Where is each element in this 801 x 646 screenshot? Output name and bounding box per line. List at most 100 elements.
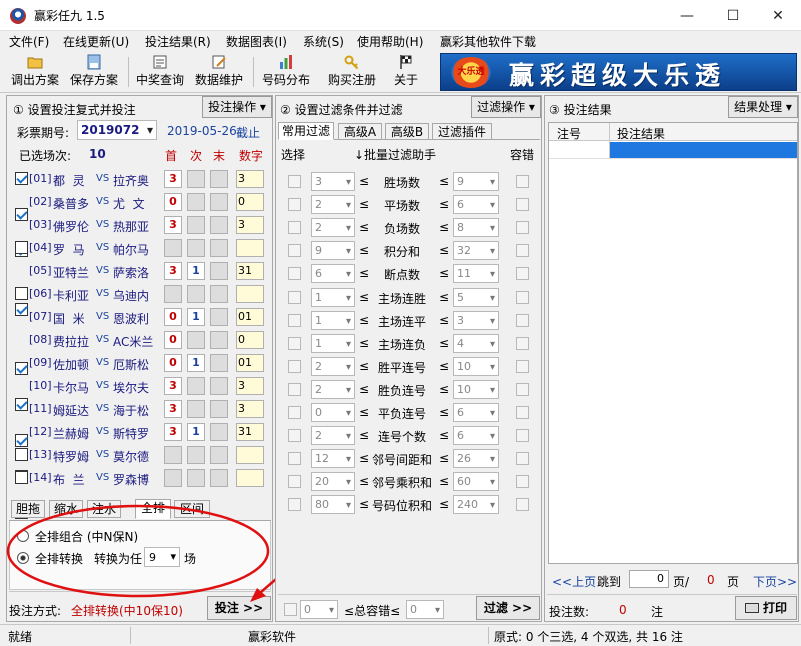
minimize-icon[interactable]: — [664,0,710,31]
filter-max-select[interactable]: 5 [453,287,499,307]
first-choice-cell[interactable] [164,469,182,487]
filter-min-select[interactable]: 2 [311,426,355,446]
last-choice-cell[interactable] [210,285,228,303]
first-choice-cell[interactable]: 3 [164,262,182,280]
second-choice-cell[interactable] [187,285,205,303]
second-choice-cell[interactable] [187,170,205,188]
filter-checkbox[interactable] [288,244,301,258]
match-checkbox[interactable] [15,241,28,254]
filter-checkbox[interactable] [288,336,301,350]
digits-input[interactable] [236,446,264,464]
last-choice-cell[interactable] [210,170,228,188]
tolerance-checkbox[interactable] [516,175,529,188]
filter-min-select[interactable]: 1 [311,287,355,307]
filter-max-select[interactable]: 11 [453,264,499,284]
fullperm-combine-radio[interactable] [17,530,29,542]
print-button[interactable]: 打印 [735,596,797,620]
second-choice-cell[interactable] [187,377,205,395]
close-icon[interactable]: ✕ [755,0,801,31]
total-tolerance-hi[interactable]: 0 [406,600,444,619]
filter-max-select[interactable]: 4 [453,333,499,353]
tolerance-checkbox[interactable] [516,382,529,396]
filter-button[interactable]: 过滤 >> [476,596,540,620]
filter-max-select[interactable]: 6 [453,426,499,446]
filter-checkbox[interactable] [288,406,301,419]
filter-min-select[interactable]: 2 [311,195,355,215]
first-choice-cell[interactable] [164,285,182,303]
tab-dantuo[interactable]: 胆拖 [11,500,45,518]
filter-max-select[interactable]: 6 [453,403,499,422]
first-choice-cell[interactable] [164,446,182,464]
digits-input[interactable] [236,239,264,257]
ad-banner[interactable]: 大乐透 赢彩超级大乐透 [440,53,797,91]
digits-input[interactable]: 01 [236,308,264,326]
filter-checkbox[interactable] [288,221,301,235]
filter-checkbox[interactable] [288,429,301,443]
filter-max-select[interactable]: 6 [453,195,499,215]
last-choice-cell[interactable] [210,446,228,464]
second-choice-cell[interactable]: 1 [187,308,205,326]
second-choice-cell[interactable] [187,239,205,257]
filter-min-select[interactable]: 2 [311,379,355,399]
number-distribution-button[interactable]: 号码分布 [259,54,313,90]
first-choice-cell[interactable]: 0 [164,331,182,349]
filter-min-select[interactable]: 80 [311,495,355,515]
period-select[interactable]: 2019072 ▾ [77,120,157,140]
match-checkbox[interactable] [15,208,28,221]
filter-min-select[interactable]: 1 [311,310,355,330]
filter-checkbox[interactable] [288,475,301,489]
second-choice-cell[interactable] [187,331,205,349]
save-plan-button[interactable]: 保存方案 [66,54,122,90]
last-choice-cell[interactable] [210,331,228,349]
filter-checkbox[interactable] [288,359,301,373]
tab-filter-plugin[interactable]: 过滤插件 [432,123,492,140]
page-input[interactable]: 0 [629,570,669,588]
filter-checkbox[interactable] [288,198,301,212]
tab-fullperm[interactable]: 全排 [135,499,171,519]
match-checkbox[interactable] [15,303,28,316]
total-tolerance-checkbox[interactable] [284,603,297,616]
match-checkbox[interactable] [15,287,28,300]
tolerance-checkbox[interactable] [516,498,529,512]
digits-input[interactable] [236,469,264,487]
second-choice-cell[interactable]: 1 [187,262,205,280]
digits-input[interactable]: 01 [236,354,264,372]
tolerance-checkbox[interactable] [516,221,529,235]
last-choice-cell[interactable] [210,469,228,487]
last-choice-cell[interactable] [210,377,228,395]
filter-max-select[interactable]: 9 [453,172,499,191]
tab-common-filter[interactable]: 常用过滤 [278,122,334,140]
tab-shrink[interactable]: 缩水 [49,500,83,518]
first-choice-cell[interactable]: 3 [164,170,182,188]
data-maintain-button[interactable]: 数据维护 [192,54,246,90]
match-checkbox[interactable] [15,448,28,461]
last-choice-cell[interactable] [210,400,228,418]
filter-max-select[interactable]: 3 [453,310,499,330]
filter-min-select[interactable]: 3 [311,172,355,191]
first-choice-cell[interactable] [164,239,182,257]
filter-checkbox[interactable] [288,382,301,396]
menu-other-software[interactable]: 赢彩其他软件下载 [440,33,536,50]
filter-min-select[interactable]: 9 [311,241,355,261]
fullperm-convert-radio[interactable] [17,552,29,564]
tab-advanced-a[interactable]: 高级A [338,123,382,140]
second-choice-cell[interactable]: 1 [187,423,205,441]
digits-input[interactable]: 3 [236,400,264,418]
filter-max-select[interactable]: 10 [453,379,499,399]
filter-min-select[interactable]: 2 [311,356,355,376]
tolerance-checkbox[interactable] [516,244,529,258]
menu-file[interactable]: 文件(F) [9,33,49,50]
last-choice-cell[interactable] [210,193,228,211]
last-choice-cell[interactable] [210,239,228,257]
filter-min-select[interactable]: 1 [311,333,355,353]
match-checkbox[interactable] [15,471,28,484]
load-plan-button[interactable]: 调出方案 [8,54,62,90]
second-choice-cell[interactable]: 1 [187,354,205,372]
filter-checkbox[interactable] [288,175,301,188]
result-table[interactable]: 注号 投注结果 [548,122,798,564]
filter-checkbox[interactable] [288,452,301,466]
tolerance-checkbox[interactable] [516,475,529,489]
last-choice-cell[interactable] [210,308,228,326]
filter-checkbox[interactable] [288,313,301,327]
filter-checkbox[interactable] [288,290,301,304]
